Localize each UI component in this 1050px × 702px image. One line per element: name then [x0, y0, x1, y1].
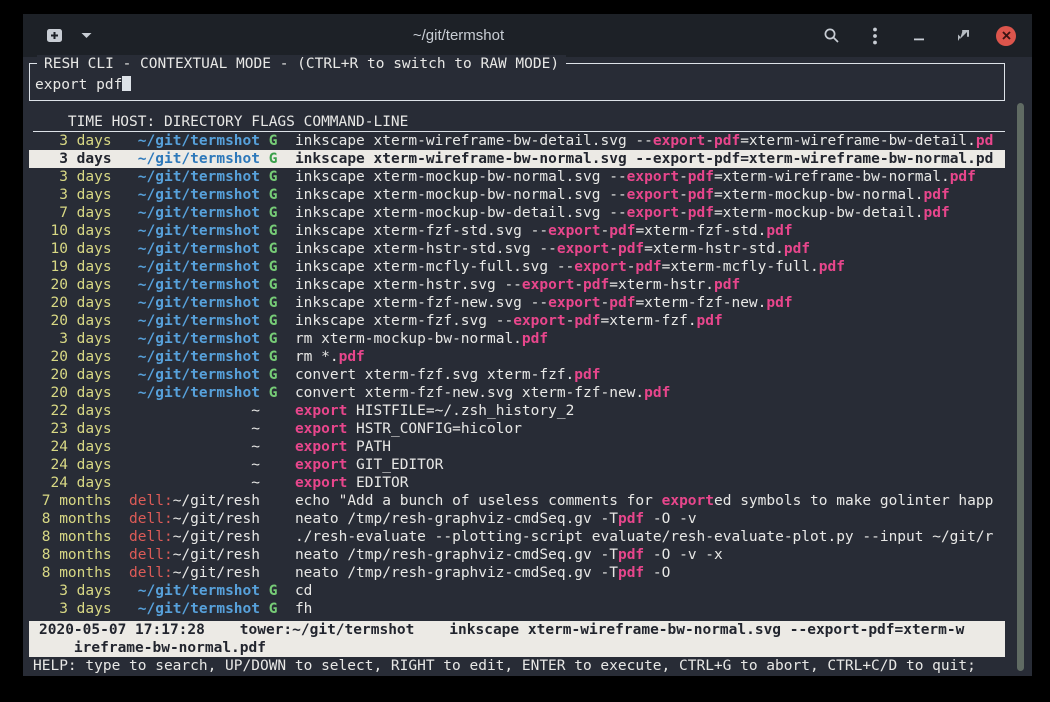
history-row[interactable]: 20 days ~/git/termshot G inkscape xterm-… — [29, 276, 1005, 294]
history-row[interactable]: 7 months dell:~/git/resh echo "Add a bun… — [29, 492, 1005, 510]
history-row[interactable]: 20 days ~/git/termshot G inkscape xterm-… — [29, 312, 1005, 330]
history-row[interactable]: 3 days ~/git/termshot G fh — [29, 600, 1005, 618]
history-row[interactable]: 3 days ~/git/termshot G cd — [29, 582, 1005, 600]
history-row[interactable]: 3 days ~/git/termshot G inkscape xterm-m… — [29, 168, 1005, 186]
history-row[interactable]: 8 months dell:~/git/resh neato /tmp/resh… — [29, 564, 1005, 582]
search-box[interactable]: RESH CLI - CONTEXTUAL MODE - (CTRL+R to … — [29, 63, 1005, 101]
chevron-down-icon[interactable] — [75, 25, 97, 47]
history-row[interactable]: 10 days ~/git/termshot G inkscape xterm-… — [29, 222, 1005, 240]
status-bar: 2020-05-07 17:17:28 tower:~/git/termshot… — [29, 621, 1005, 657]
window-title: ~/git/termshot — [97, 27, 820, 44]
history-rows: 3 days ~/git/termshot G inkscape xterm-w… — [29, 132, 1005, 618]
history-row-selected[interactable]: 3 days ~/git/termshot G inkscape xterm-w… — [29, 150, 1005, 168]
search-query-text: export pdf — [35, 77, 122, 93]
search-box-title: RESH CLI - CONTEXTUAL MODE - (CTRL+R to … — [37, 55, 566, 73]
history-row[interactable]: 20 days ~/git/termshot G convert xterm-f… — [29, 366, 1005, 384]
help-line: HELP: type to search, UP/DOWN to select,… — [29, 657, 1005, 675]
close-icon[interactable] — [996, 26, 1016, 46]
status-line-1: 2020-05-07 17:17:28 tower:~/git/termshot… — [29, 621, 1005, 639]
search-input[interactable]: export pdf — [35, 76, 1004, 94]
status-line-2: ireframe-bw-normal.pdf — [29, 639, 1005, 657]
terminal-content: RESH CLI - CONTEXTUAL MODE - (CTRL+R to … — [23, 57, 1032, 675]
desktop-background: { "colors": { "bg": "#282c36", "titlebar… — [0, 0, 1050, 702]
history-row[interactable]: 20 days ~/git/termshot G rm *.pdf — [29, 348, 1005, 366]
history-row[interactable]: 3 days ~/git/termshot G inkscape xterm-m… — [29, 186, 1005, 204]
history-row[interactable]: 20 days ~/git/termshot G inkscape xterm-… — [29, 294, 1005, 312]
search-icon[interactable] — [820, 25, 842, 47]
history-row[interactable]: 24 days ~ export EDITOR — [29, 474, 1005, 492]
history-row[interactable]: 8 months dell:~/git/resh ./resh-evaluate… — [29, 528, 1005, 546]
scrollbar-thumb[interactable] — [1017, 103, 1024, 671]
history-row[interactable]: 22 days ~ export HISTFILE=~/.zsh_history… — [29, 402, 1005, 420]
history-row[interactable]: 24 days ~ export PATH — [29, 438, 1005, 456]
new-tab-icon[interactable] — [43, 25, 65, 47]
history-row[interactable]: 7 days ~/git/termshot G inkscape xterm-m… — [29, 204, 1005, 222]
history-row[interactable]: 10 days ~/git/termshot G inkscape xterm-… — [29, 240, 1005, 258]
history-row[interactable]: 23 days ~ export HSTR_CONFIG=hicolor — [29, 420, 1005, 438]
titlebar[interactable]: ~/git/termshot — [23, 14, 1032, 57]
restore-icon[interactable] — [952, 25, 974, 47]
history-row[interactable]: 24 days ~ export GIT_EDITOR — [29, 456, 1005, 474]
history-row[interactable]: 3 days ~/git/termshot G rm xterm-mockup-… — [29, 330, 1005, 348]
history-row[interactable]: 19 days ~/git/termshot G inkscape xterm-… — [29, 258, 1005, 276]
history-row[interactable]: 8 months dell:~/git/resh neato /tmp/resh… — [29, 546, 1005, 564]
text-cursor — [122, 76, 131, 91]
history-row[interactable]: 8 months dell:~/git/resh neato /tmp/resh… — [29, 510, 1005, 528]
terminal-window: ~/git/termshot RESH CLI - CONTEXTUAL MOD… — [23, 14, 1032, 676]
table-header: TIME HOST: DIRECTORY FLAGS COMMAND-LINE — [33, 113, 1005, 132]
kebab-menu-icon[interactable] — [864, 25, 886, 47]
minimize-icon[interactable] — [908, 25, 930, 47]
history-row[interactable]: 20 days ~/git/termshot G convert xterm-f… — [29, 384, 1005, 402]
history-row[interactable]: 3 days ~/git/termshot G inkscape xterm-w… — [29, 132, 1005, 150]
